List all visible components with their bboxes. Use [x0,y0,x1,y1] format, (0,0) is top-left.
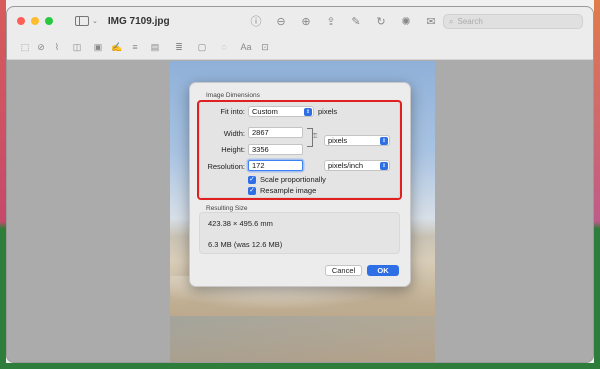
note-icon[interactable]: ▤ [143,39,167,55]
window-controls [17,17,53,25]
window-title: IMG 7109.jpg [107,15,170,27]
shapes-icon[interactable]: ◫ [65,39,89,55]
resulting-file-size: 6.3 MB (was 12.6 MB) [208,240,283,249]
sidebar-toggle-icon[interactable] [75,16,89,26]
minimize-window-button[interactable] [31,17,39,25]
mail-icon[interactable]: ✉ [424,14,438,28]
scale-proportionally-checkbox[interactable]: ✓ Scale proportionally [248,175,326,184]
toolbar-icons: ⓘ ⊖ ⊕ ⇪ ✎ ↻ ✺ ✉ [249,7,438,35]
size-unit-value: pixels [328,136,348,145]
description-icon[interactable]: ⊡ [257,39,273,55]
resample-image-label: Resample image [260,186,317,195]
height-label: Height: [221,145,245,154]
size-unit-select[interactable]: pixels ⇕ [324,135,390,146]
rotate-icon[interactable]: ↻ [374,14,388,28]
resolution-label: Resolution: [207,162,245,171]
ok-button[interactable]: OK [367,265,399,276]
text-icon[interactable]: ▣ [89,39,107,55]
border-color-icon[interactable]: ▢ [191,39,213,55]
resolution-unit-select[interactable]: pixels/inch ⇕ [324,160,390,171]
chevron-updown-icon: ⇕ [380,162,388,170]
height-field[interactable]: 3356 [248,144,303,155]
lock-icon[interactable]: ⚿ [312,133,317,141]
chevron-updown-icon: ⇕ [304,108,312,116]
share-icon[interactable]: ⇪ [324,14,338,28]
markup-toolbar: ⬚ ⊘ ⌇ ◫ ▣ ✍ ≡ ▤ ≣ ▢ ◌ Aa ⊡ [7,35,593,60]
resulting-size-label: Resulting Size [206,205,248,212]
shape-style-icon[interactable]: ≣ [167,39,191,55]
adjust-size-icon[interactable]: ≡ [127,39,143,55]
image-shore [170,316,435,362]
fit-into-select[interactable]: Custom ⇕ [248,106,314,117]
resulting-dimensions: 423.38 × 495.6 mm [208,219,273,228]
resolution-unit-value: pixels/inch [328,161,364,170]
checkmark-icon: ✓ [248,186,256,195]
wallpaper-bottom-edge [0,363,600,369]
sketch-icon[interactable]: ⊘ [33,39,49,55]
zoom-in-icon[interactable]: ⊕ [299,14,313,28]
draw-icon[interactable]: ⌇ [49,39,65,55]
zoom-out-icon[interactable]: ⊖ [274,14,288,28]
resolution-field[interactable]: 172 [248,160,303,171]
search-placeholder: Search [457,17,483,26]
fit-into-label: Fit into: [220,107,245,116]
fit-into-value: Custom [252,107,278,116]
fit-into-unit: pixels [318,107,338,116]
search-field[interactable]: ⌕ Search [443,14,583,29]
cancel-button[interactable]: Cancel [325,265,362,276]
fullscreen-window-button[interactable] [45,17,53,25]
width-field[interactable]: 2867 [248,127,303,138]
sign-icon[interactable]: ✍ [107,39,127,55]
close-window-button[interactable] [17,17,25,25]
chevron-updown-icon: ⇕ [380,137,388,145]
info-icon[interactable]: ⓘ [249,14,263,28]
image-dimensions-label: Image Dimensions [206,92,260,99]
select-rect-icon[interactable]: ⬚ [17,39,33,55]
search-icon: ⌕ [449,16,454,26]
markup-pen-icon[interactable]: ✎ [349,14,363,28]
resample-image-checkbox[interactable]: ✓ Resample image [248,186,316,195]
title-bar: ⌄ IMG 7109.jpg ⓘ ⊖ ⊕ ⇪ ✎ ↻ ✺ ✉ ⌕ Search [7,7,593,35]
scale-proportionally-label: Scale proportionally [260,175,326,184]
width-label: Width: [223,129,245,138]
wallpaper-right-edge [594,0,600,369]
chevron-down-icon[interactable]: ⌄ [92,17,98,25]
checkmark-icon: ✓ [248,175,256,184]
text-style-icon[interactable]: Aa [235,39,257,55]
fill-color-icon[interactable]: ◌ [213,39,235,55]
adjust-icon[interactable]: ✺ [399,14,413,28]
